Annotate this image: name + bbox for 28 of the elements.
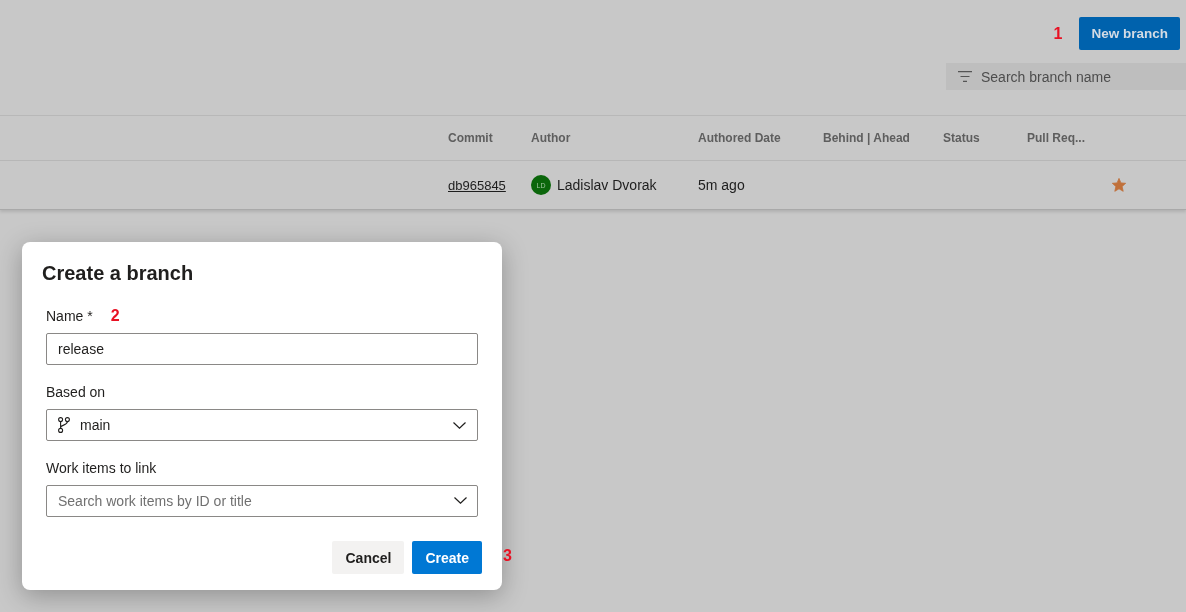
- column-header[interactable]: Commit: [448, 131, 493, 145]
- column-header[interactable]: Author: [531, 131, 571, 145]
- search-field[interactable]: Search branch name: [946, 63, 1186, 90]
- field-label: Work items to link: [46, 460, 157, 476]
- star-icon[interactable]: [1112, 178, 1126, 192]
- chevron-icon: [453, 421, 466, 429]
- chevron-icon: [454, 497, 467, 504]
- dialog-title: Create a branch: [42, 261, 194, 286]
- name-input[interactable]: release: [46, 333, 478, 365]
- field-label: Based on: [46, 384, 106, 400]
- branch-dropdown[interactable]: main: [46, 409, 478, 441]
- column-header[interactable]: Authored Date: [698, 131, 781, 145]
- work-items-field[interactable]: Search work items by ID or title: [46, 485, 478, 517]
- secondary-button[interactable]: Cancel: [332, 541, 405, 574]
- branch-icon: [58, 417, 70, 433]
- new-branch-button[interactable]: New branch: [1079, 17, 1180, 50]
- column-header[interactable]: Pull Req...: [1027, 131, 1085, 145]
- callout-number: 1: [1053, 23, 1063, 44]
- primary-button[interactable]: Create: [412, 541, 482, 574]
- commit-link[interactable]: db965845: [448, 177, 506, 193]
- callout-number: 3: [503, 547, 512, 565]
- author-name: Ladislav Dvorak: [557, 177, 657, 193]
- filter-icon: [958, 71, 972, 82]
- column-header[interactable]: Status: [943, 131, 980, 145]
- column-header[interactable]: Behind | Ahead: [823, 131, 910, 145]
- authored-date: 5m ago: [698, 177, 745, 193]
- field-label: Name *: [46, 308, 93, 324]
- callout-number: 2: [110, 307, 120, 325]
